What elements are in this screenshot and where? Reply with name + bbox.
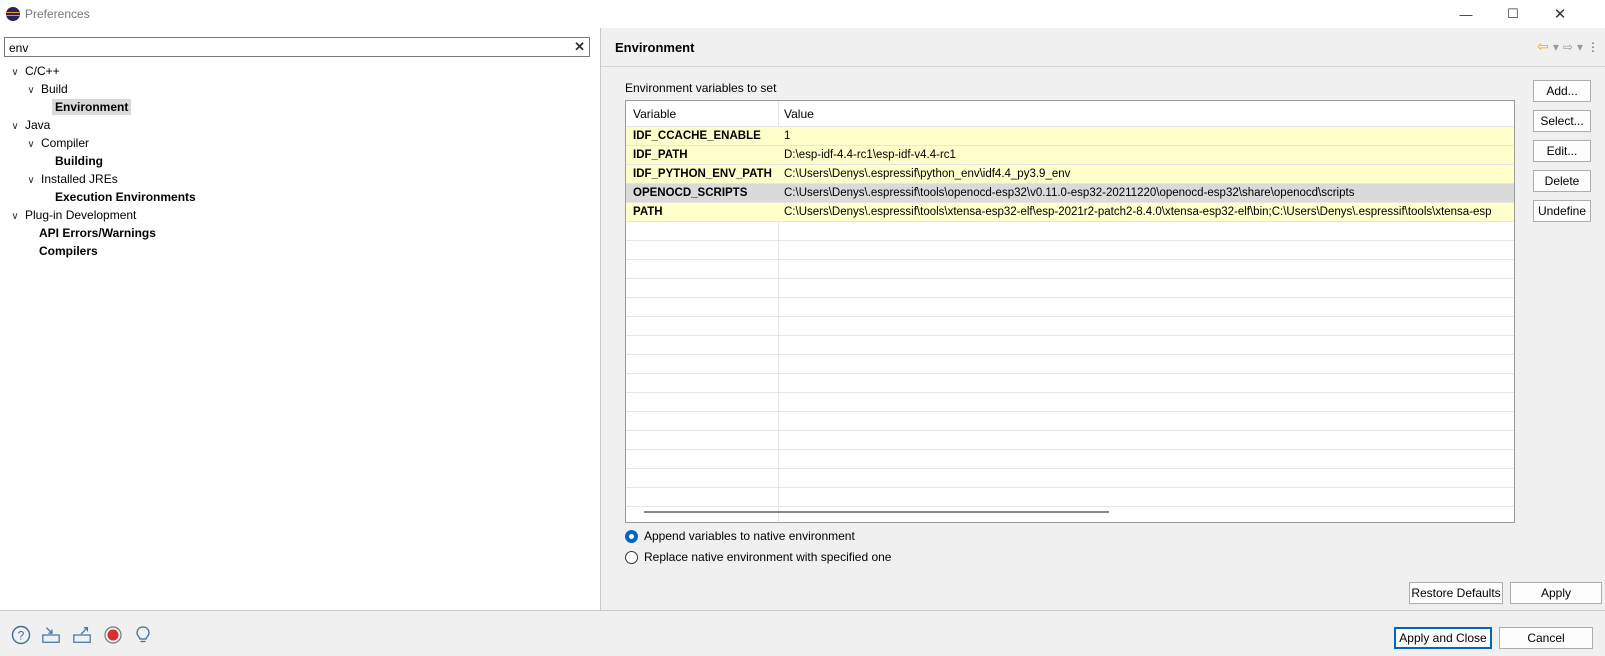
empty-row	[626, 374, 1514, 393]
tree-item-compilers[interactable]: Compilers	[36, 242, 101, 260]
tree-item-cpp[interactable]: ∨ C/C++	[8, 62, 63, 80]
table-header: Variable Value	[626, 101, 1514, 127]
replace-radio-label: Replace native environment with specifie…	[644, 550, 892, 564]
page-title: Environment	[615, 40, 695, 55]
forward-dropdown-icon[interactable]: ▾	[1577, 40, 1583, 54]
back-arrow-icon[interactable]: ⇦	[1537, 38, 1549, 55]
chevron-down-icon[interactable]: ∨	[24, 82, 38, 100]
value-cell: C:\Users\Denys\.espressif\tools\openocd-…	[784, 187, 1355, 199]
empty-row	[626, 317, 1514, 336]
lightbulb-icon[interactable]	[133, 625, 153, 645]
restore-defaults-button[interactable]: Restore Defaults	[1409, 582, 1503, 604]
record-icon[interactable]	[103, 625, 123, 645]
empty-row	[626, 241, 1514, 260]
value-cell: 1	[784, 130, 791, 142]
title-separator	[601, 66, 1605, 67]
close-button[interactable]: ✕	[1537, 0, 1583, 28]
empty-row	[626, 393, 1514, 412]
help-icon[interactable]: ?	[11, 625, 31, 645]
maximize-button[interactable]: ☐	[1490, 0, 1536, 28]
tree-item-building[interactable]: Building	[52, 152, 106, 170]
table-row[interactable]: PATH C:\Users\Denys\.espressif\tools\xte…	[626, 203, 1514, 222]
append-radio-label: Append variables to native environment	[644, 529, 855, 543]
horizontal-scrollbar[interactable]	[644, 511, 1109, 513]
variable-cell: OPENOCD_SCRIPTS	[633, 187, 748, 199]
tree-item-environment[interactable]: Environment	[52, 98, 132, 116]
tree-item-java[interactable]: ∨ Java	[8, 116, 53, 134]
variable-cell: IDF_CCACHE_ENABLE	[633, 130, 761, 142]
eclipse-app-icon	[6, 7, 20, 21]
forward-arrow-icon[interactable]: ⇨	[1563, 40, 1573, 54]
tree-item-compiler[interactable]: ∨ Compiler	[24, 134, 92, 152]
column-header-value[interactable]: Value	[784, 107, 814, 121]
view-menu-icon[interactable]: ⋮	[1587, 40, 1599, 54]
value-cell: C:\Users\Denys\.espressif\tools\xtensa-e…	[784, 206, 1492, 218]
variable-cell: IDF_PYTHON_ENV_PATH	[633, 168, 772, 180]
title-bar: Preferences — ☐ ✕	[0, 0, 1605, 28]
edit-button[interactable]: Edit...	[1533, 140, 1591, 162]
export-icon[interactable]	[72, 625, 92, 645]
import-icon[interactable]	[41, 625, 61, 645]
preference-page: Environment ⇦ ▾ ⇨ ▾ ⋮ Environment variab…	[601, 28, 1605, 610]
back-dropdown-icon[interactable]: ▾	[1553, 40, 1559, 54]
value-cell: C:\Users\Denys\.espressif\python_env\idf…	[784, 168, 1071, 180]
append-radio[interactable]	[625, 529, 638, 543]
env-vars-label: Environment variables to set	[625, 81, 777, 95]
empty-row	[626, 355, 1514, 374]
empty-row	[626, 450, 1514, 469]
add-button[interactable]: Add...	[1533, 80, 1591, 102]
empty-row	[626, 488, 1514, 507]
filter-field[interactable]: ✕	[4, 37, 590, 57]
undefine-button[interactable]: Undefine	[1533, 200, 1591, 222]
tree-item-api-errors-warnings[interactable]: API Errors/Warnings	[36, 224, 159, 242]
empty-row	[626, 298, 1514, 317]
empty-row	[626, 222, 1514, 241]
cancel-button[interactable]: Cancel	[1499, 627, 1593, 649]
window-title: Preferences	[25, 7, 90, 21]
empty-row	[626, 260, 1514, 279]
minimize-button[interactable]: —	[1443, 0, 1489, 28]
svg-text:?: ?	[18, 629, 25, 643]
apply-button[interactable]: Apply	[1510, 582, 1602, 604]
chevron-down-icon[interactable]: ∨	[8, 208, 22, 226]
empty-row	[626, 469, 1514, 488]
clear-filter-icon[interactable]: ✕	[574, 39, 585, 55]
tree-item-build[interactable]: ∨ Build	[24, 80, 71, 98]
replace-radio[interactable]	[625, 550, 638, 564]
filter-input[interactable]	[9, 40, 569, 55]
table-row[interactable]: IDF_PATH D:\esp-idf-4.4-rc1\esp-idf-v4.4…	[626, 146, 1514, 165]
chevron-down-icon[interactable]: ∨	[24, 136, 38, 154]
value-cell: D:\esp-idf-4.4-rc1\esp-idf-v4.4-rc1	[784, 149, 956, 161]
tree-item-installed-jres[interactable]: ∨ Installed JREs	[24, 170, 121, 188]
append-radio-option[interactable]: Append variables to native environment	[625, 529, 855, 543]
replace-radio-option[interactable]: Replace native environment with specifie…	[625, 550, 891, 564]
table-row[interactable]: IDF_PYTHON_ENV_PATH C:\Users\Denys\.espr…	[626, 165, 1514, 184]
empty-row	[626, 336, 1514, 355]
table-row-selected[interactable]: OPENOCD_SCRIPTS C:\Users\Denys\.espressi…	[626, 184, 1514, 203]
env-vars-table[interactable]: Variable Value IDF_CCACHE_ENABLE 1 IDF_P…	[625, 100, 1515, 523]
page-navigation: ⇦ ▾ ⇨ ▾ ⋮	[1537, 38, 1599, 55]
chevron-down-icon[interactable]: ∨	[8, 118, 22, 136]
dialog-footer: ? Apply and Close Cancel	[0, 611, 1605, 656]
select-button[interactable]: Select...	[1533, 110, 1591, 132]
chevron-down-icon[interactable]: ∨	[8, 64, 22, 82]
column-header-variable[interactable]: Variable	[633, 107, 676, 121]
preferences-navigation: ✕ ∨C/C++ ∨Build Environment ∨Java ∨Compi…	[0, 28, 600, 610]
tree-item-execution-environments[interactable]: Execution Environments	[52, 188, 199, 206]
table-row[interactable]: IDF_CCACHE_ENABLE 1	[626, 127, 1514, 146]
empty-row	[626, 431, 1514, 450]
apply-and-close-button[interactable]: Apply and Close	[1394, 627, 1492, 649]
chevron-down-icon[interactable]: ∨	[24, 172, 38, 190]
tree-item-plugin-development[interactable]: ∨ Plug-in Development	[8, 206, 139, 224]
delete-button[interactable]: Delete	[1533, 170, 1591, 192]
variable-cell: PATH	[633, 206, 663, 218]
variable-cell: IDF_PATH	[633, 149, 688, 161]
empty-row	[626, 412, 1514, 431]
empty-row	[626, 279, 1514, 298]
